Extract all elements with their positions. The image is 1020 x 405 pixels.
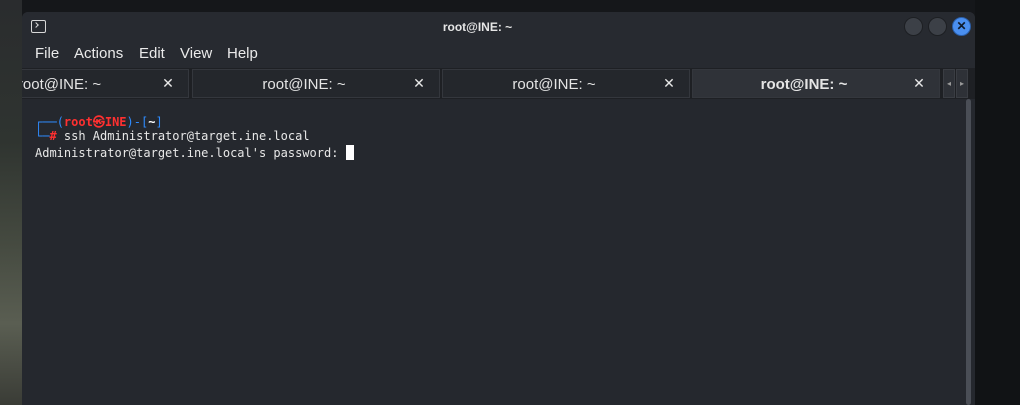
menu-edit[interactable]: Edit: [139, 45, 165, 62]
menu-view[interactable]: View: [180, 45, 212, 62]
tab-label: root@INE: ~: [512, 76, 596, 93]
terminal-window: root@INE: ~ ✕ File Actions Edit View Hel…: [22, 12, 975, 405]
minimize-button[interactable]: [904, 17, 923, 36]
prompt-dash: -: [133, 115, 141, 129]
command-text: ssh Administrator@target.ine.local: [56, 129, 310, 143]
prompt-at-icon: ㉿: [92, 115, 105, 129]
menu-file[interactable]: File: [35, 45, 59, 62]
tab-1[interactable]: root@INE: ~ ✕: [22, 69, 189, 98]
terminal-output-area[interactable]: ┌──(root㉿INE)-[~] └─# ssh Administrator@…: [22, 99, 975, 405]
prompt-host: INE: [104, 115, 127, 129]
menu-actions[interactable]: Actions: [74, 45, 123, 62]
tab-scroll-left-icon[interactable]: ◂: [943, 69, 955, 98]
maximize-button[interactable]: [928, 17, 947, 36]
prompt-corner-bottom: └─: [35, 129, 50, 143]
tab-3[interactable]: root@INE: ~ ✕: [442, 69, 690, 98]
tab-close-icon[interactable]: ✕: [662, 75, 676, 91]
tab-close-icon[interactable]: ✕: [161, 75, 175, 91]
password-prompt-text: Administrator@target.ine.local's passwor…: [35, 146, 346, 160]
prompt-corner-top: ┌──: [35, 115, 57, 129]
close-window-button[interactable]: ✕: [952, 17, 971, 36]
password-prompt-line: Administrator@target.ine.local's passwor…: [35, 145, 354, 160]
vertical-scrollbar[interactable]: [963, 99, 975, 405]
tab-2[interactable]: root@INE: ~ ✕: [192, 69, 440, 98]
tab-bar: root@INE: ~ ✕ root@INE: ~ ✕ root@INE: ~ …: [22, 68, 975, 99]
prompt-line: ┌──(root㉿INE)-[~]: [35, 113, 163, 130]
scrollbar-thumb[interactable]: [966, 99, 971, 405]
tab-4-active[interactable]: root@INE: ~ ✕: [692, 69, 940, 98]
menu-help[interactable]: Help: [227, 45, 258, 62]
prompt-dir-close: ]: [155, 115, 163, 129]
window-title: root@INE: ~: [442, 20, 513, 34]
prompt-paren-close: ): [126, 115, 134, 129]
prompt-paren-open: (: [56, 115, 64, 129]
command-line: └─# ssh Administrator@target.ine.local: [35, 129, 310, 143]
tab-label: root@INE: ~: [262, 76, 346, 93]
menu-bar: File Actions Edit View Help: [22, 42, 975, 68]
prompt-user: root: [63, 115, 93, 129]
tab-scroll-right-icon[interactable]: ▸: [956, 69, 968, 98]
text-cursor: [345, 145, 354, 160]
desktop-wallpaper-right: [975, 0, 1020, 405]
tab-close-icon[interactable]: ✕: [412, 75, 426, 91]
desktop-wallpaper-strip: [0, 0, 22, 405]
title-bar[interactable]: root@INE: ~ ✕: [22, 12, 975, 42]
tab-close-icon[interactable]: ✕: [912, 75, 926, 91]
prompt-hash: #: [49, 129, 57, 143]
tab-label: root@INE: ~: [22, 76, 102, 93]
tab-label: root@INE: ~: [760, 76, 848, 93]
